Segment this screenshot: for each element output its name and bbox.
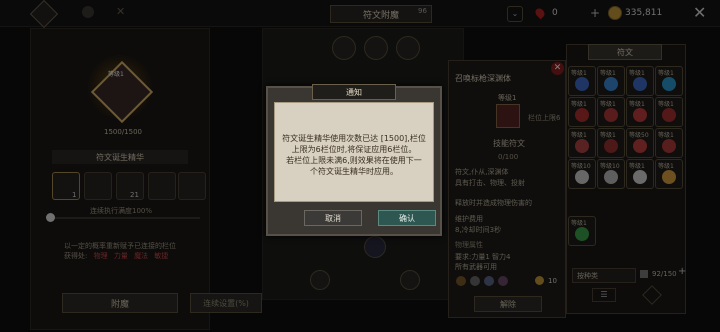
notice-modal: 通知 符文诞生精华使用次数已达 [1500],栏位 上限为6栏位时,将保证应用6… (266, 84, 442, 236)
notice-body: 符文诞生精华使用次数已达 [1500],栏位 上限为6栏位时,将保证应用6栏位。… (274, 102, 434, 202)
notice-title-bar: 通知 (312, 84, 396, 100)
confirm-button[interactable]: 确认 (378, 210, 436, 226)
notice-message-line-3: 若栏位上限未满6,则效果将在使用下一 (286, 156, 422, 165)
notice-title: 通知 (346, 87, 362, 97)
cancel-button[interactable]: 取消 (304, 210, 362, 226)
notice-message-line-1: 符文诞生精华使用次数已达 [1500],栏位 (282, 134, 426, 143)
notice-message-line-4: 个符文诞生精华时应用。 (310, 167, 398, 176)
cancel-label: 取消 (325, 213, 341, 223)
notice-message-line-2: 上限为6栏位时,将保证应用6栏位。 (291, 145, 417, 154)
confirm-label: 确认 (399, 213, 415, 223)
